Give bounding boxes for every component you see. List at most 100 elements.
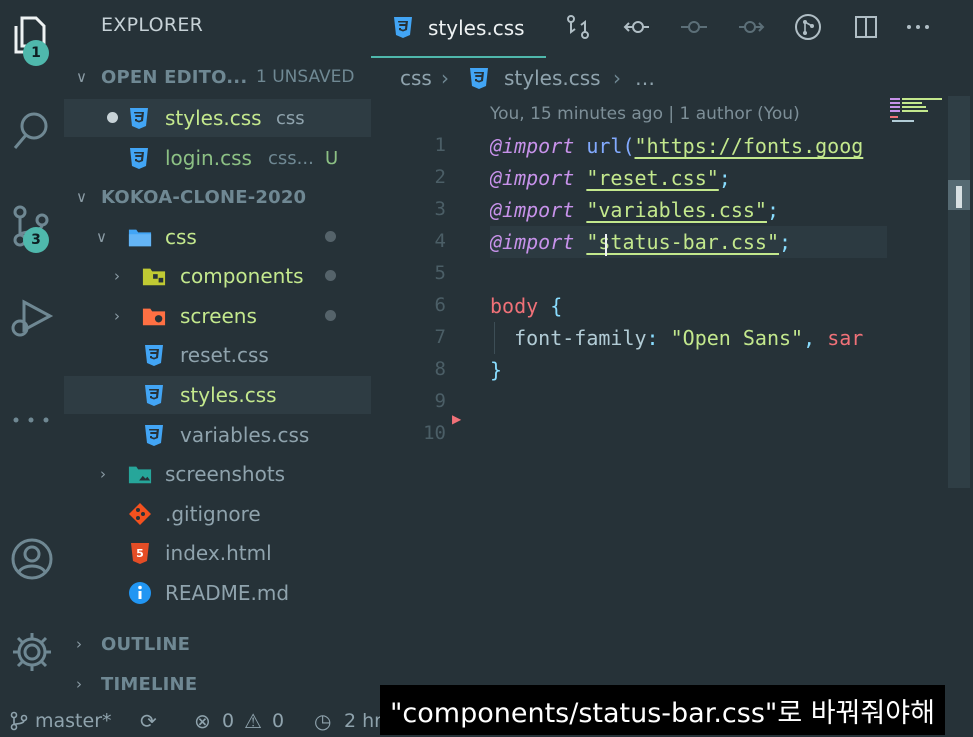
git-commit-icon — [795, 14, 821, 40]
line-number: 1 — [434, 134, 446, 156]
history-label[interactable]: 2 hr — [344, 710, 382, 732]
scrollbar-cursor-marker — [956, 186, 962, 208]
tree-file-index[interactable]: 5 index.html — [64, 534, 371, 572]
chevron-down-icon: ∨ — [96, 228, 107, 246]
folder-images-icon — [128, 462, 152, 486]
open-editor-detail: css — [276, 107, 305, 129]
scm-badge: 3 — [23, 227, 49, 253]
git-lens-button[interactable] — [791, 10, 825, 44]
modified-dot-icon — [325, 310, 336, 321]
untracked-badge: U — [325, 147, 339, 169]
tree-file-variables[interactable]: variables.css — [64, 416, 371, 454]
breadcrumb-folder[interactable]: css — [400, 66, 432, 90]
html-file-icon: 5 — [128, 541, 152, 565]
tree-item-name: css — [165, 225, 197, 249]
source-control-activity-button[interactable]: 3 — [0, 194, 64, 258]
more-actions-button[interactable] — [901, 10, 935, 44]
folder-screens-icon — [142, 304, 166, 328]
line-number: 2 — [434, 166, 446, 188]
run-debug-activity-button[interactable] — [0, 284, 64, 348]
chevron-down-icon: ∨ — [76, 188, 87, 206]
ellipsis-icon — [13, 417, 49, 423]
code-line-current: @import "status-bar.css"; — [490, 226, 887, 258]
next-revision-button[interactable] — [735, 10, 769, 44]
warning-count[interactable]: 0 — [272, 710, 284, 732]
compare-icon — [567, 15, 589, 39]
css-file-icon — [142, 343, 166, 367]
timeline-section[interactable]: › TIMELINE — [64, 665, 371, 703]
code-editor[interactable]: @import url("https://fonts.goog @import … — [490, 130, 887, 460]
open-editor-name: styles.css — [165, 106, 262, 130]
tree-file-gitignore[interactable]: .gitignore — [64, 495, 371, 533]
editor-scrollbar[interactable] — [948, 96, 970, 488]
current-revision-button[interactable] — [677, 10, 711, 44]
line-number: 4 — [434, 230, 446, 252]
tree-folder-screenshots[interactable]: › screenshots — [64, 455, 371, 493]
code-line: @import "variables.css"; — [490, 198, 780, 222]
sidebar-title: EXPLORER — [101, 14, 204, 36]
open-editor-item[interactable]: login.css css... U — [64, 139, 371, 177]
chevron-right-icon: › — [76, 675, 82, 693]
search-activity-button[interactable] — [0, 98, 64, 162]
project-section[interactable]: ∨ KOKOA-CLONE-2020 — [64, 178, 371, 216]
tree-folder-components[interactable]: › components — [64, 257, 371, 295]
tree-folder-css[interactable]: ∨ css — [64, 218, 371, 256]
tree-file-readme[interactable]: README.md — [64, 574, 371, 612]
open-editors-section[interactable]: ∨ OPEN EDITO... 1 UNSAVED — [64, 58, 371, 96]
css-file-icon — [142, 383, 166, 407]
minimap[interactable] — [888, 96, 946, 126]
open-editor-item[interactable]: styles.css css — [64, 99, 371, 137]
error-count[interactable]: 0 — [222, 710, 234, 732]
line-number: 10 — [423, 422, 446, 444]
tree-item-name: screenshots — [165, 462, 286, 486]
code-line: @import url("https://fonts.goog — [490, 134, 864, 158]
css-file-icon — [142, 423, 166, 447]
branch-name[interactable]: master* — [35, 710, 112, 732]
line-number: 7 — [434, 326, 446, 348]
indent-guide — [494, 322, 495, 354]
history-icon: ◷ — [314, 709, 332, 733]
ellipsis-icon — [907, 25, 929, 29]
tree-folder-screens[interactable]: › screens — [64, 297, 371, 335]
text-cursor-icon — [605, 234, 607, 256]
accounts-activity-button[interactable] — [0, 527, 64, 591]
line-number: 6 — [434, 294, 446, 316]
tree-item-name: screens — [180, 304, 257, 328]
compare-changes-button[interactable] — [561, 10, 595, 44]
breadcrumb: css › styles.css › … — [371, 60, 973, 96]
explorer-badge: 1 — [23, 40, 49, 66]
css-file-icon — [127, 146, 151, 170]
breadcrumb-more[interactable]: … — [635, 66, 655, 90]
search-icon — [13, 112, 48, 149]
tab-label: styles.css — [428, 16, 525, 40]
sync-icon[interactable]: ⟳ — [140, 709, 157, 733]
tree-item-name: styles.css — [180, 383, 277, 407]
css-file-icon — [467, 66, 491, 95]
open-editors-label: OPEN EDITO... — [101, 66, 248, 88]
tab-styles-css[interactable]: styles.css — [371, 0, 546, 58]
more-activity-button[interactable] — [0, 380, 64, 444]
unsaved-count: 1 UNSAVED — [256, 67, 355, 87]
git-blame-annotation[interactable]: You, 15 minutes ago | 1 author (You) — [490, 104, 800, 124]
tree-item-name: variables.css — [180, 423, 310, 447]
project-label: KOKOA-CLONE-2020 — [101, 186, 307, 208]
activity-bar: 1 3 — [0, 0, 64, 705]
code-line: body { — [490, 294, 563, 318]
unsaved-dot-icon[interactable] — [107, 112, 118, 123]
code-line: @import "reset.css"; — [490, 166, 731, 190]
tree-file-styles[interactable]: styles.css — [64, 376, 371, 414]
previous-revision-button[interactable] — [619, 10, 653, 44]
tree-file-reset[interactable]: reset.css — [64, 336, 371, 374]
code-line: font-family: "Open Sans", sar — [514, 326, 864, 350]
explorer-activity-button[interactable]: 1 — [0, 2, 64, 66]
manage-activity-button[interactable] — [0, 620, 64, 684]
split-editor-button[interactable] — [849, 10, 883, 44]
css-file-icon — [391, 15, 415, 43]
open-editor-detail: css... — [268, 147, 314, 169]
breadcrumb-separator-icon: › — [441, 66, 449, 90]
explorer-sidebar: EXPLORER ∨ OPEN EDITO... 1 UNSAVED style… — [64, 0, 371, 705]
breadcrumb-file[interactable]: styles.css — [504, 66, 601, 90]
split-editor-icon — [855, 16, 877, 38]
code-line: } — [490, 358, 503, 382]
outline-section[interactable]: › OUTLINE — [64, 625, 371, 663]
